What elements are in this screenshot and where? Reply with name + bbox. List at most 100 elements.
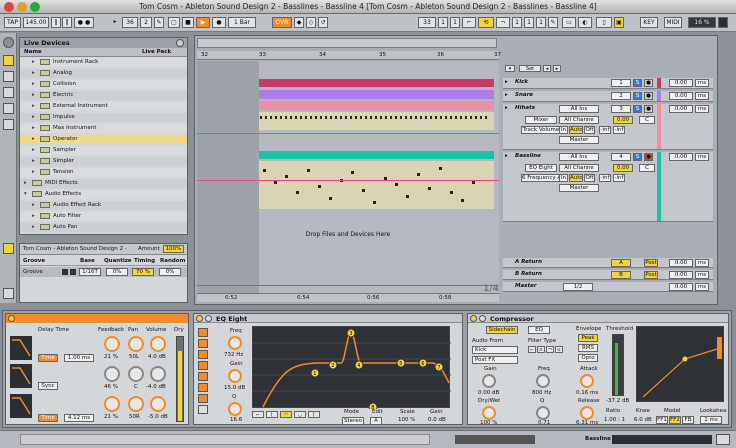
eq-edit-button[interactable]: A <box>370 417 382 425</box>
ratio-value[interactable]: 1.00 : 1 <box>604 417 625 423</box>
return-prepost-button[interactable]: Post <box>644 271 658 279</box>
track-solo-button[interactable]: S <box>633 153 642 161</box>
hihat-note[interactable] <box>345 116 347 119</box>
browser-item[interactable]: ▾ Audio Effects <box>20 190 187 199</box>
hihat-note[interactable] <box>405 116 407 119</box>
track-input-select[interactable]: All Ins <box>559 105 599 113</box>
automation-control-select[interactable]: Track Volume <box>521 126 561 134</box>
eq-activator-icon[interactable] <box>196 315 203 322</box>
hihat-note[interactable] <box>425 116 427 119</box>
track-pan-field[interactable]: C <box>639 116 655 124</box>
automation-arm-button[interactable]: ◆ <box>294 17 304 28</box>
track-input-channel-select[interactable]: All Channe <box>559 116 599 124</box>
hihat-note[interactable] <box>455 116 457 119</box>
track-delay-unit[interactable]: ms <box>695 105 709 113</box>
hihat-note[interactable] <box>420 116 422 119</box>
bassline-note[interactable] <box>439 167 442 170</box>
disclosure-arrow-icon[interactable]: ▸ <box>32 135 40 144</box>
tap-tempo-button[interactable]: TAP <box>4 17 21 28</box>
eq-scale-value[interactable]: 100 % <box>398 417 415 423</box>
hihat-note[interactable] <box>350 116 352 119</box>
delay-tap1-time-button[interactable]: Time <box>38 354 58 362</box>
eq-band-handle[interactable]: 2 <box>328 360 338 370</box>
eq-expand-icon[interactable] <box>205 315 212 322</box>
disclosure-arrow-icon[interactable]: ▸ <box>24 179 32 188</box>
track-activator-button[interactable]: 4 <box>611 153 631 161</box>
prev-locator-button[interactable]: ◂ <box>543 65 551 72</box>
browser-item[interactable]: ▸ Sampler <box>20 146 187 155</box>
browser-item[interactable]: ▸ Tension <box>20 168 187 177</box>
monitor-auto-button[interactable]: Auto <box>569 174 583 182</box>
model-ff2-button[interactable]: FF2 <box>669 416 681 424</box>
drywet-knob[interactable] <box>482 406 496 420</box>
disclosure-arrow-icon[interactable]: ▸ <box>32 146 40 155</box>
track-meter-left[interactable]: -inf <box>599 174 611 182</box>
bassline-note[interactable] <box>450 191 453 194</box>
model-ff1-button[interactable]: FF1 <box>656 416 668 424</box>
track-fold-icon[interactable]: ▸ <box>505 105 508 111</box>
browser-item[interactable]: ▸ Auto Pan <box>20 223 187 232</box>
arrangement-overview[interactable] <box>197 38 497 48</box>
track-header-snare[interactable]: ▸ Snare 2 S ● 0.00 ms <box>503 91 713 102</box>
chain-overview[interactable] <box>455 435 535 444</box>
browser-item[interactable]: ▸ MIDI Effects <box>20 179 187 188</box>
bassline-note[interactable] <box>274 181 277 184</box>
delay-tap3-pan-knob[interactable] <box>128 396 144 412</box>
delay-tap3-volume-knob[interactable] <box>150 396 166 412</box>
hide-browser-icon[interactable] <box>3 37 14 48</box>
arrangement-position-beats[interactable]: 1 <box>438 17 448 28</box>
hihat-note[interactable] <box>380 116 382 119</box>
midi-map-button[interactable]: MIDI <box>664 17 682 28</box>
track-meter-right[interactable]: -inf <box>613 174 625 182</box>
metronome-button[interactable]: ● ● <box>74 17 94 28</box>
track-header-kick[interactable]: ▸ Kick 1 S ● 0.00 ms <box>503 78 713 89</box>
return-track-header[interactable]: Master 1/2 0.00 ms <box>503 282 713 292</box>
bassline-note[interactable] <box>417 173 420 176</box>
automation-device-select[interactable]: EQ Eight <box>525 164 557 172</box>
eq-band-toggle[interactable] <box>198 372 208 381</box>
draw-pencil-button[interactable]: ✎ <box>548 17 558 28</box>
sidechain-gain-knob[interactable] <box>482 374 496 388</box>
sidechain-tap-select[interactable]: Post FX <box>472 356 518 364</box>
return-delay-unit[interactable]: ms <box>695 259 709 267</box>
return-delay-field[interactable]: 0.00 <box>669 283 693 291</box>
sidechain-eq-toggle[interactable]: EQ <box>528 326 550 334</box>
eq-band-handle[interactable]: 5 <box>396 358 406 368</box>
disclosure-arrow-icon[interactable]: ▸ <box>32 91 40 100</box>
time-signature-numerator[interactable]: 36 <box>122 17 138 28</box>
monitor-auto-button[interactable]: Auto <box>569 126 583 134</box>
hihat-note[interactable] <box>440 116 442 119</box>
master-quantization-select[interactable]: 1/2 <box>563 283 593 291</box>
loop-length-bars[interactable]: 1 <box>512 17 522 28</box>
eq-band-toggle[interactable] <box>198 339 208 348</box>
hihat-note[interactable] <box>325 116 327 119</box>
automation-device-select[interactable]: Mixer <box>525 116 557 124</box>
snare-clip[interactable] <box>259 90 494 99</box>
eq-band-toggle[interactable] <box>198 350 208 359</box>
track-fold-icon[interactable]: ▸ <box>505 153 508 159</box>
return-track-name[interactable]: Master <box>515 283 537 289</box>
hihat-note[interactable] <box>465 116 467 119</box>
eq-band-handle[interactable]: 4 <box>354 360 364 370</box>
track-arm-button[interactable]: ● <box>644 105 653 113</box>
return-track-name[interactable]: A Return <box>515 259 542 265</box>
filter-bp-icon[interactable]: ∩ <box>537 346 545 353</box>
track-name[interactable]: Snare <box>515 92 533 98</box>
session-record-button[interactable]: ↺ <box>318 17 328 28</box>
eq-band-toggle[interactable] <box>198 328 208 337</box>
nudge-down-button[interactable]: ‖ <box>51 17 61 28</box>
eq-band-toggle[interactable] <box>198 405 208 414</box>
bassline-note[interactable] <box>428 187 431 190</box>
track-name[interactable]: Kick <box>515 79 528 85</box>
overview-icon[interactable] <box>3 288 14 299</box>
eq-q-knob[interactable] <box>228 402 242 416</box>
bassline-clip-header[interactable] <box>259 151 494 159</box>
browser-item[interactable]: ▸ Analog <box>20 69 187 78</box>
delay-tap3-time-button[interactable]: Time <box>38 414 58 422</box>
hihat-note[interactable] <box>310 116 312 119</box>
filter-hp-icon[interactable]: ¬ <box>546 346 554 353</box>
groove-save-icon[interactable] <box>70 269 76 275</box>
loop-length-beats[interactable]: 1 <box>524 17 534 28</box>
tempo-field[interactable]: 145.00 <box>23 17 49 28</box>
track-arm-button[interactable]: ● <box>644 79 653 87</box>
